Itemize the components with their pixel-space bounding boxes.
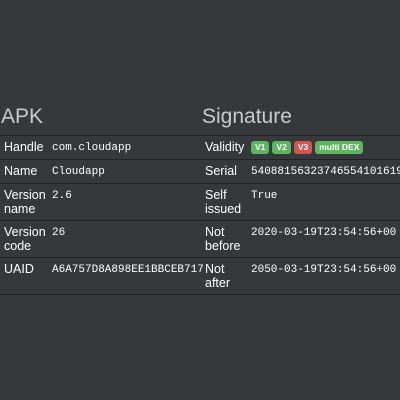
not-before-label: Not before	[205, 225, 241, 253]
badge-v2: V2	[272, 141, 291, 154]
apk-table: Handle com.cloudapp Name Cloudapp Versio…	[0, 135, 204, 295]
version-code-label: Version code	[4, 225, 46, 253]
uaid-label: UAID	[4, 262, 34, 276]
not-after-label: Not after	[205, 262, 231, 290]
signature-table: Validity V1 V2 V3 multi DEX Serial 54088…	[200, 135, 400, 295]
apk-row-uaid: UAID A6A757D8A898EE1BBCEB717	[0, 258, 204, 295]
apk-row-name: Name Cloudapp	[0, 160, 200, 184]
validity-label: Validity	[205, 140, 245, 154]
apk-row-version-name: Version name 2.6	[0, 184, 200, 221]
version-name-label: Version name	[4, 188, 46, 216]
apk-row-version-code: Version code 26	[0, 221, 200, 258]
self-issued-value: True	[251, 190, 278, 202]
signature-panel-title: Signature	[202, 105, 292, 128]
serial-label: Serial	[205, 164, 237, 178]
signature-row-validity: Validity V1 V2 V3 multi DEX	[200, 136, 400, 160]
self-issued-label: Self issued	[205, 188, 242, 216]
version-name-value: 2.6	[52, 190, 72, 202]
badge-v1: V1	[251, 141, 270, 154]
name-value: Cloudapp	[52, 166, 105, 178]
signature-row-not-before: Not before 2020-03-19T23:54:56+00	[200, 221, 400, 258]
apk-panel: APK Handle com.cloudapp Name Cloudapp Ve…	[0, 104, 204, 295]
handle-value: com.cloudapp	[52, 142, 132, 154]
signature-row-not-after: Not after 2050-03-19T23:54:56+00	[200, 258, 400, 295]
apk-panel-title: APK	[1, 105, 44, 128]
signature-panel: Signature Validity V1 V2 V3 multi DEX Se…	[200, 104, 400, 295]
signature-row-self-issued: Self issued True	[200, 184, 400, 221]
serial-value: 5408815632374655410161900	[251, 166, 400, 178]
signature-row-serial: Serial 5408815632374655410161900	[200, 160, 400, 184]
validity-badges: V1 V2 V3 multi DEX	[248, 136, 364, 154]
badge-multi-dex: multi DEX	[315, 141, 364, 154]
name-label: Name	[4, 164, 38, 178]
handle-label: Handle	[4, 140, 44, 154]
badge-v3: V3	[293, 141, 313, 154]
apk-row-handle: Handle com.cloudapp	[0, 136, 200, 160]
version-code-value: 26	[52, 227, 66, 239]
apk-info-page: APK Handle com.cloudapp Name Cloudapp Ve…	[0, 0, 400, 400]
uaid-value: A6A757D8A898EE1BBCEB717	[52, 264, 204, 276]
not-after-value: 2050-03-19T23:54:56+00	[251, 264, 397, 276]
not-before-value: 2020-03-19T23:54:56+00	[251, 227, 397, 239]
